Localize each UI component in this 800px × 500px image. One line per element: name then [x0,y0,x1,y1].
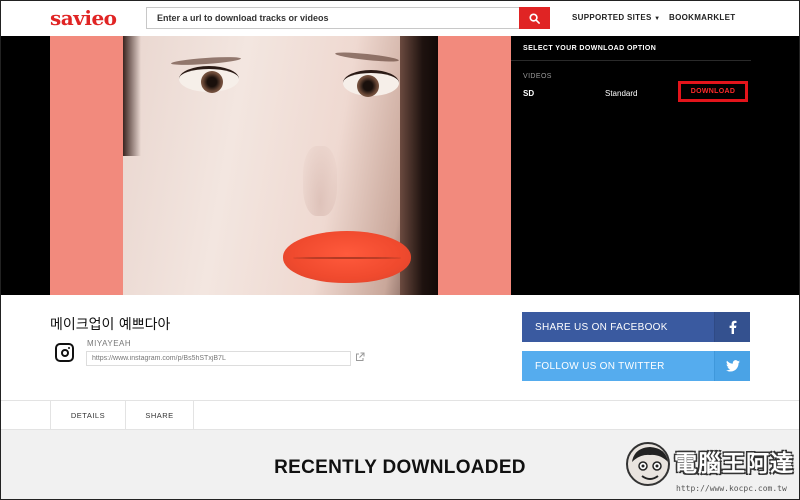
media-title: 메이크업이 예쁘다아 [50,317,171,333]
download-button[interactable]: DOWNLOAD [678,81,748,102]
savieo-logo[interactable]: savieo [50,6,117,30]
share-facebook-label: SHARE US ON FACEBOOK [535,321,668,333]
option-quality: SD [523,89,535,98]
source-url-field[interactable] [86,351,351,366]
watermark: 電腦王阿達 http://www.kocpc.com.tw [622,440,798,498]
tab-share[interactable]: SHARE [126,401,194,429]
header: savieo SUPPORTED SITES ▼ BOOKMARKLET [0,0,800,36]
nav-supported-sites-label: SUPPORTED SITES [572,13,652,22]
panel-title: SELECT YOUR DOWNLOAD OPTION [523,45,657,52]
twitter-icon [714,351,750,381]
nav-bookmarklet[interactable]: BOOKMARKLET [669,13,735,22]
nav-supported-sites[interactable]: SUPPORTED SITES ▼ [572,13,660,22]
follow-twitter-button[interactable]: FOLLOW US ON TWITTER [522,351,750,381]
caret-down-icon: ▼ [654,16,661,22]
face-image [123,36,438,295]
watermark-url: http://www.kocpc.com.tw [676,484,787,493]
search-button[interactable] [519,7,550,29]
tab-details[interactable]: DETAILS [50,401,126,429]
mascot-face-icon [626,442,670,486]
divider [511,60,751,61]
watermark-text: 電腦王阿達 [674,451,794,477]
search-bar [146,7,550,29]
download-options-panel: SELECT YOUR DOWNLOAD OPTION VIDEOS SD St… [511,36,751,295]
search-icon [529,12,540,24]
external-link-icon[interactable] [355,352,365,362]
section-label-videos: VIDEOS [523,73,552,80]
option-label: Standard [605,89,638,98]
share-facebook-button[interactable]: SHARE US ON FACEBOOK [522,312,750,342]
follow-twitter-label: FOLLOW US ON TWITTER [535,360,665,372]
url-search-input[interactable] [146,7,520,29]
video-thumbnail[interactable] [50,36,511,295]
instagram-icon [55,343,74,362]
media-username: MIYAYEAH [87,339,132,348]
facebook-icon [714,312,750,342]
